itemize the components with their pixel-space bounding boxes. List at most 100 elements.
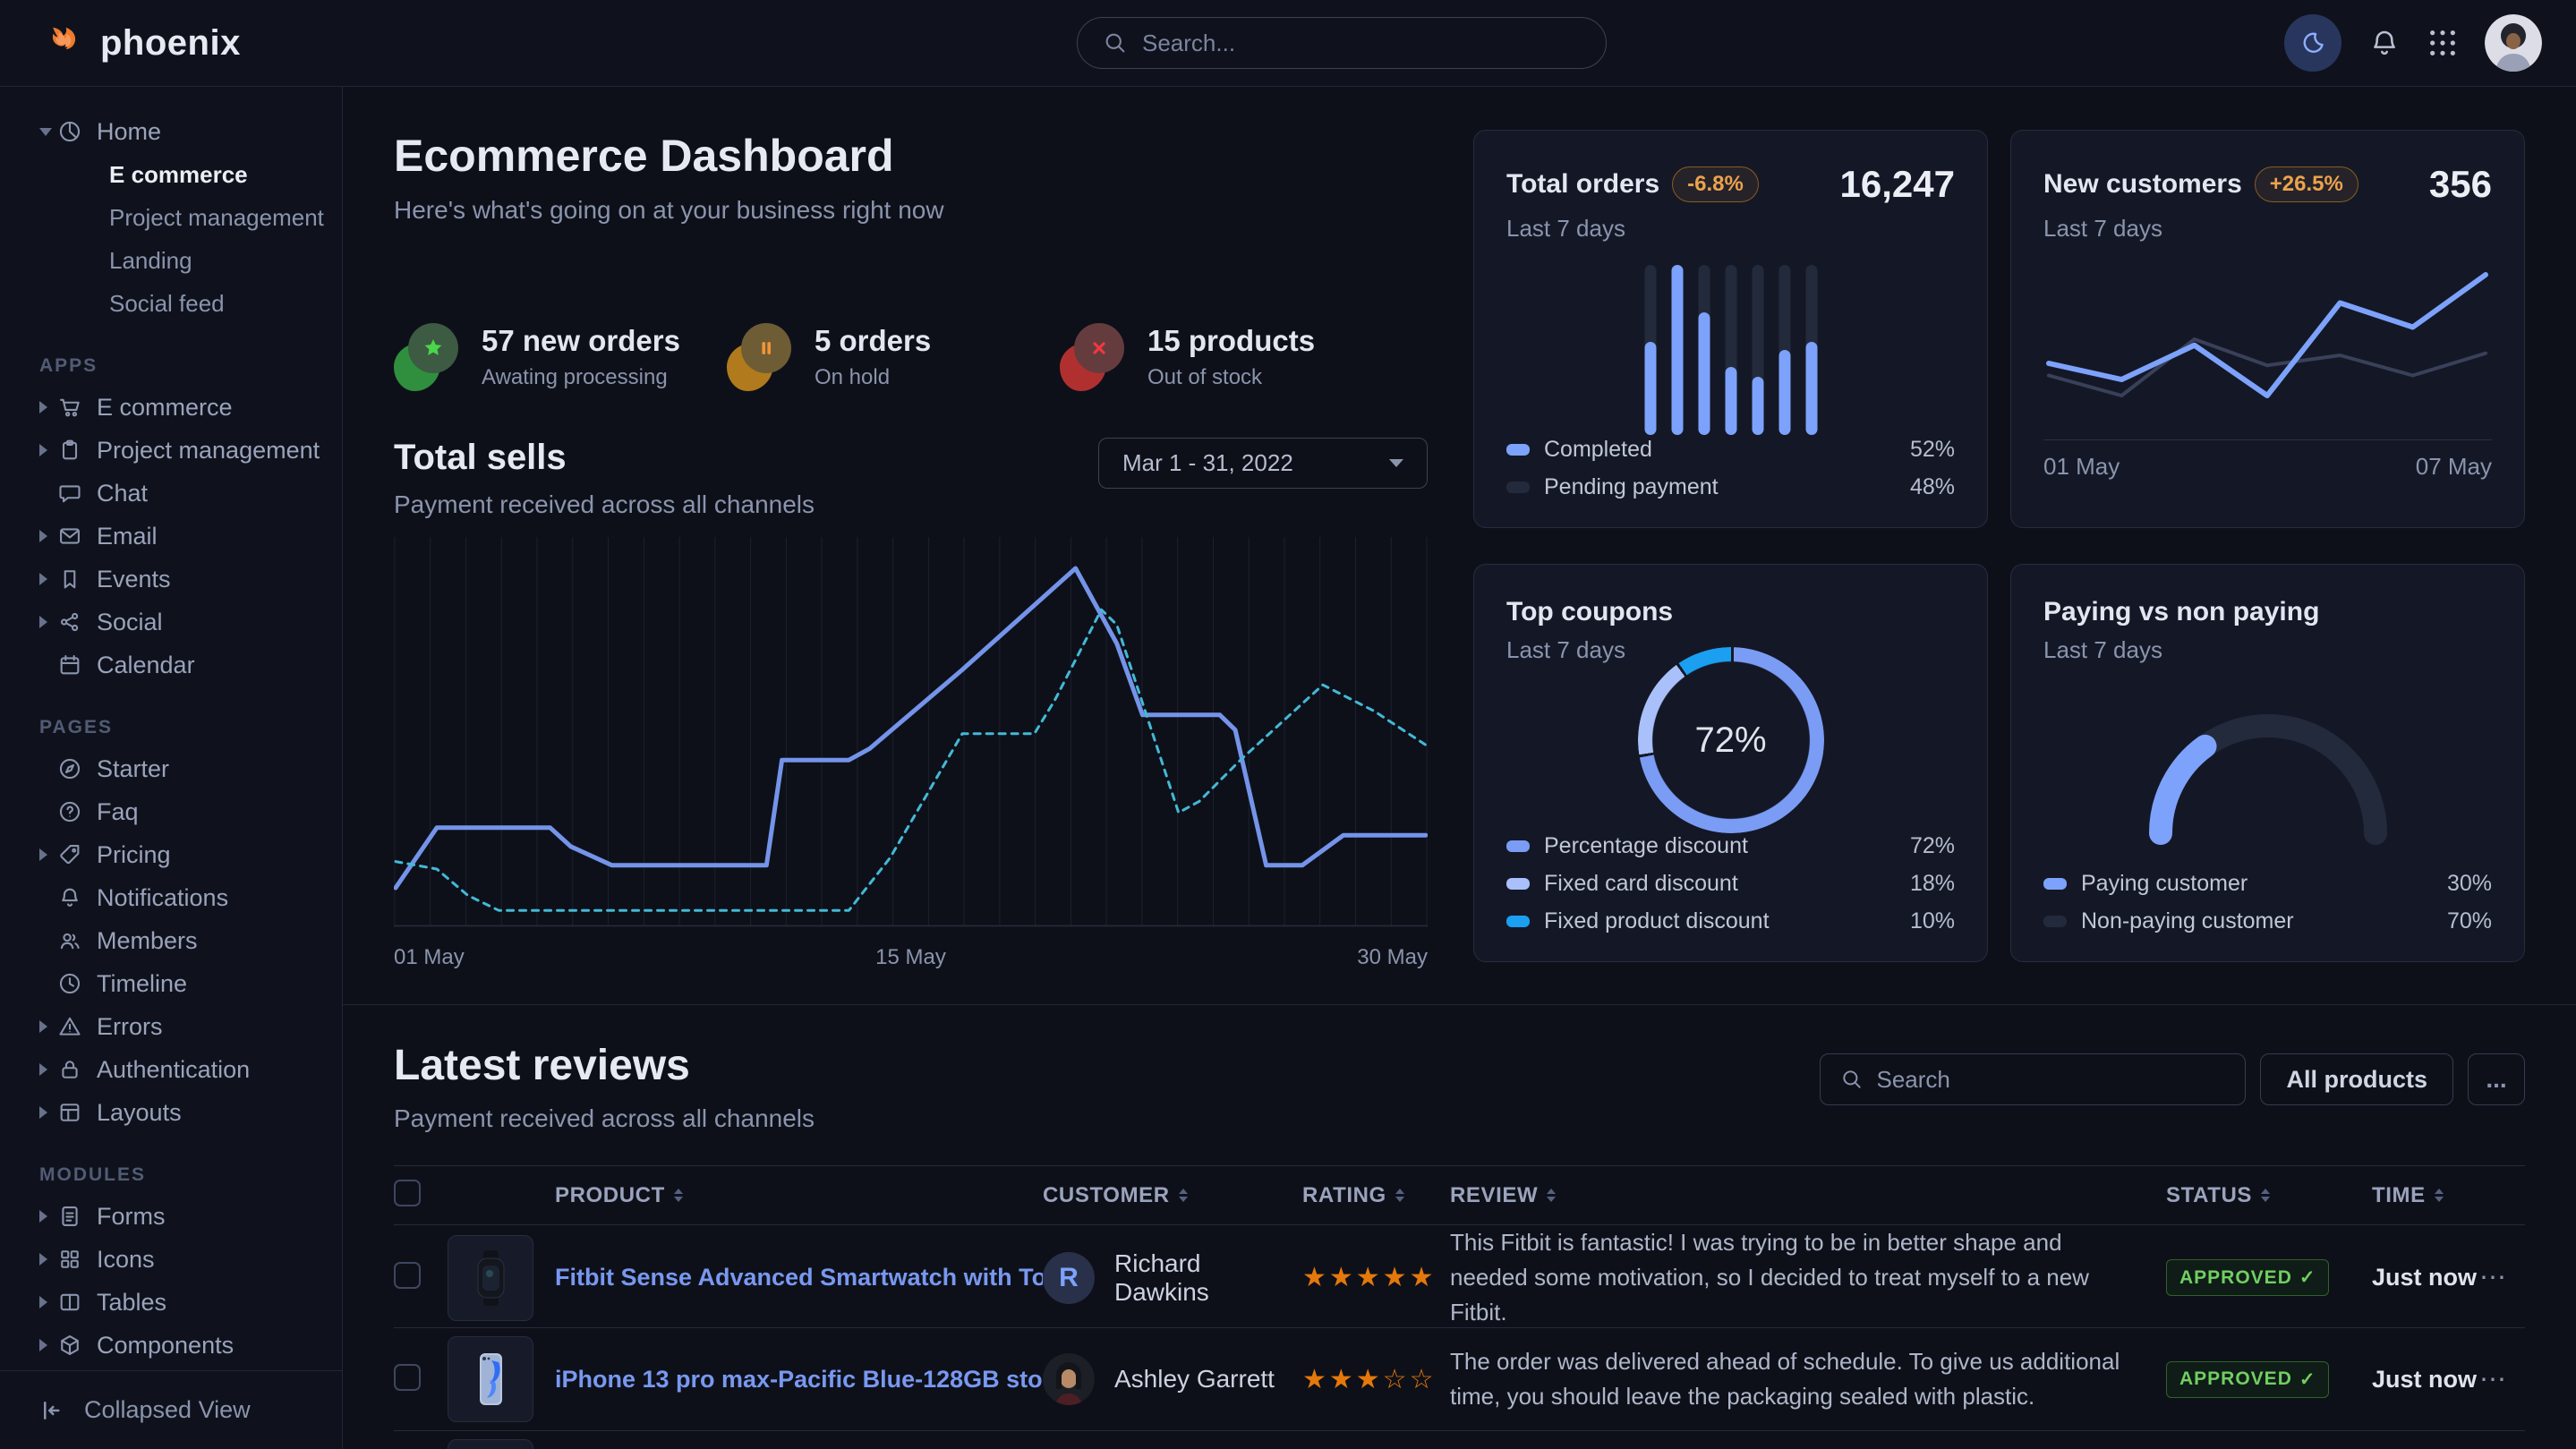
global-search[interactable]	[1077, 17, 1607, 69]
brand-name: phoenix	[100, 23, 241, 64]
reviews-subtitle: Payment received across all channels	[394, 1104, 815, 1133]
sidebar-item-faq[interactable]: Faq	[0, 790, 342, 833]
check-icon: ✓	[2299, 1266, 2316, 1289]
sidebar-item-starter[interactable]: Starter	[0, 747, 342, 790]
chevron-right-icon	[39, 1020, 47, 1033]
theme-toggle-button[interactable]	[2284, 14, 2341, 72]
row-checkbox[interactable]	[394, 1262, 421, 1289]
total-sells-title: Total sells	[394, 438, 815, 478]
product-image-fitbit[interactable]	[448, 1235, 533, 1321]
chevron-right-icon	[39, 401, 47, 413]
sidebar-item-pricing[interactable]: Pricing	[0, 833, 342, 876]
select-all-checkbox[interactable]	[394, 1180, 421, 1206]
collapse-arrow-icon	[39, 1397, 66, 1424]
sidebar-item-forms[interactable]: Forms	[0, 1195, 342, 1238]
chevron-right-icon	[39, 444, 47, 456]
product-link[interactable]: iPhone 13 pro max-Pacific Blue-128GB sto…	[555, 1366, 1043, 1394]
table-row: Fitbit Sense Advanced Smartwatch with To…	[394, 1225, 2525, 1328]
bell-icon	[2368, 27, 2401, 59]
reviews-search[interactable]	[1820, 1053, 2246, 1105]
sidebar-item-ecommerce[interactable]: E commerce	[0, 386, 342, 429]
product-link[interactable]: Fitbit Sense Advanced Smartwatch with To…	[555, 1264, 1043, 1291]
sidebar-item-label: Home	[97, 118, 161, 146]
sidebar-item-social-feed[interactable]: Social feed	[0, 282, 342, 325]
sort-icon	[2261, 1189, 2270, 1202]
apps-grid-button[interactable]	[2427, 28, 2458, 58]
clipboard-icon	[57, 438, 97, 463]
bell-icon	[57, 885, 97, 910]
new-orders-star-icon	[394, 323, 458, 391]
column-header-review[interactable]: REVIEW	[1450, 1183, 2166, 1208]
bookmark-icon	[57, 567, 97, 592]
legend-swatch	[1506, 444, 1530, 456]
sidebar-item-notifications[interactable]: Notifications	[0, 876, 342, 919]
sidebar-item-email[interactable]: Email	[0, 515, 342, 558]
sidebar-item-landing[interactable]: Landing	[0, 239, 342, 282]
sidebar-item-home[interactable]: Home	[0, 110, 342, 153]
column-header-product[interactable]: PRODUCT	[555, 1183, 1043, 1208]
search-icon	[1103, 30, 1128, 55]
date-range-select[interactable]: Mar 1 - 31, 2022	[1098, 438, 1428, 489]
table-row: iPhone 13 pro max-Pacific Blue-128GB sto…	[394, 1328, 2525, 1431]
rating-stars: ★★★☆☆	[1302, 1364, 1450, 1395]
search-input[interactable]	[1142, 30, 1581, 57]
chevron-right-icon	[39, 530, 47, 542]
total-sells-subtitle: Payment received across all channels	[394, 490, 815, 519]
reviews-menu-button[interactable]: ...	[2468, 1053, 2525, 1105]
sidebar-item-project-management[interactable]: Project management	[0, 429, 342, 472]
customer-avatar	[1043, 1353, 1095, 1405]
product-image-iphone[interactable]	[448, 1336, 533, 1422]
check-icon: ✓	[2299, 1368, 2316, 1391]
column-header-customer[interactable]: CUSTOMER	[1043, 1183, 1302, 1208]
sidebar-section-pages: PAGES	[39, 717, 342, 738]
sidebar-item-project-management-dashboard[interactable]: Project management	[0, 196, 342, 239]
pie-chart-icon	[57, 119, 97, 144]
on-hold-pause-icon	[727, 323, 791, 391]
column-header-time[interactable]: TIME	[2372, 1183, 2479, 1208]
status-badge: APPROVED✓	[2166, 1259, 2329, 1296]
table-row-partial	[394, 1431, 2525, 1449]
column-header-status[interactable]: STATUS	[2166, 1183, 2372, 1208]
share-nodes-icon	[57, 609, 97, 635]
notifications-button[interactable]	[2368, 27, 2401, 59]
brand[interactable]: phoenix	[45, 22, 241, 64]
product-image[interactable]	[448, 1439, 533, 1449]
sidebar-item-calendar[interactable]: Calendar	[0, 644, 342, 686]
cube-icon	[57, 1333, 97, 1358]
reviews-search-input[interactable]	[1876, 1066, 2225, 1094]
sidebar-item-layouts[interactable]: Layouts	[0, 1091, 342, 1134]
row-checkbox[interactable]	[394, 1364, 421, 1391]
grid-squares-icon	[57, 1247, 97, 1272]
column-header-rating[interactable]: RATING	[1302, 1183, 1450, 1208]
all-products-button[interactable]: All products	[2260, 1053, 2453, 1105]
sidebar-item-components[interactable]: Components	[0, 1324, 342, 1367]
sidebar-item-errors[interactable]: Errors	[0, 1005, 342, 1048]
legend-swatch	[1506, 482, 1530, 493]
sidebar-item-events[interactable]: Events	[0, 558, 342, 601]
sidebar-item-ecommerce-dashboard[interactable]: E commerce	[0, 153, 342, 196]
collapse-sidebar-button[interactable]: Collapsed View	[0, 1370, 342, 1449]
calendar-icon	[57, 652, 97, 678]
sidebar-item-members[interactable]: Members	[0, 919, 342, 962]
total-orders-card: Total orders -6.8% 16,247 Last 7 days Co…	[1473, 130, 1988, 528]
orders-bar-chart	[1644, 265, 1817, 435]
status-badge: APPROVED✓	[2166, 1361, 2329, 1398]
sort-icon	[2435, 1189, 2444, 1202]
sidebar-item-chat[interactable]: Chat	[0, 472, 342, 515]
row-menu-button[interactable]: ⋯	[2479, 1262, 2525, 1293]
table-icon	[57, 1290, 97, 1315]
legend-percentage-discount: Percentage discount 72%	[1506, 833, 1955, 859]
sidebar-item-social[interactable]: Social	[0, 601, 342, 644]
sidebar-item-authentication[interactable]: Authentication	[0, 1048, 342, 1091]
chevron-right-icon	[39, 1296, 47, 1308]
sidebar-item-icons[interactable]: Icons	[0, 1238, 342, 1281]
legend-completed: Completed 52%	[1506, 437, 1955, 463]
nine-dots-grid-icon	[2427, 28, 2458, 58]
customer-name: Ashley Garrett	[1114, 1365, 1275, 1394]
sidebar-item-timeline[interactable]: Timeline	[0, 962, 342, 1005]
chevron-down-icon	[1389, 459, 1403, 467]
row-menu-button[interactable]: ⋯	[2479, 1364, 2525, 1395]
user-avatar[interactable]	[2485, 14, 2542, 72]
stat-out-of-stock: 15 products Out of stock	[1060, 323, 1315, 391]
sidebar-item-tables[interactable]: Tables	[0, 1281, 342, 1324]
